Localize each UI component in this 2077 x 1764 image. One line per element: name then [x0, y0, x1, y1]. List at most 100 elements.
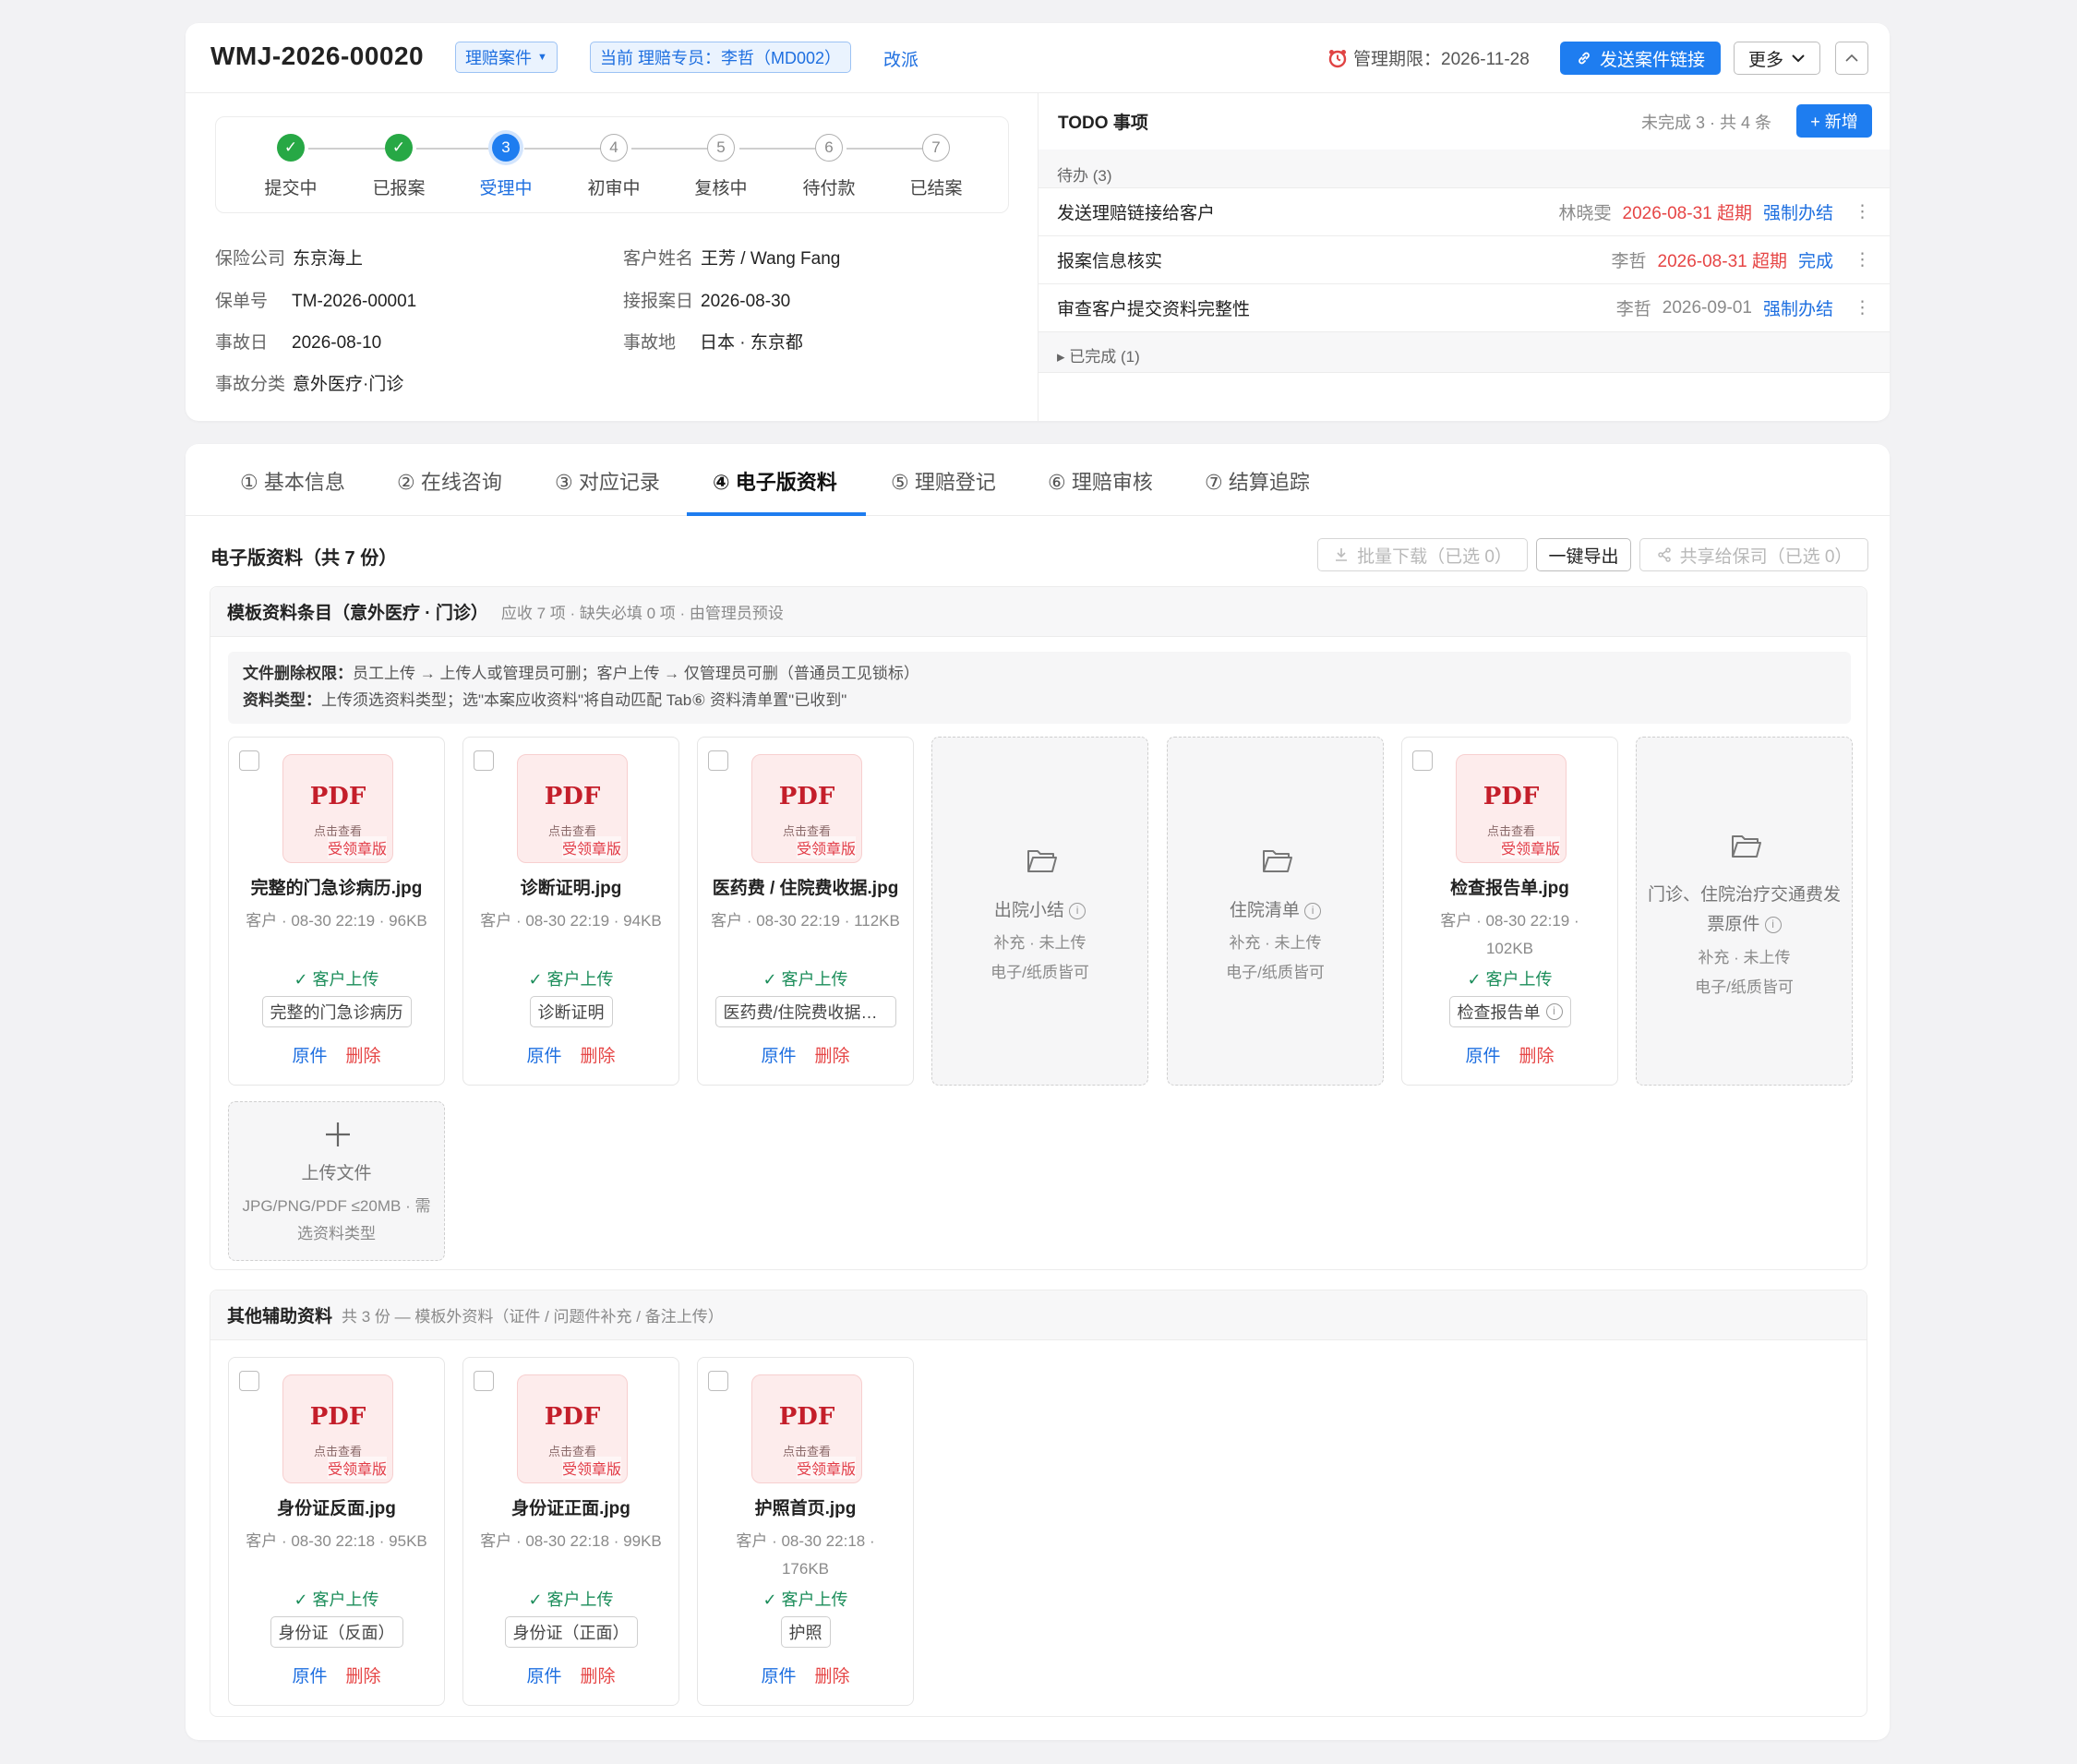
case-type-dropdown[interactable]: 理赔案件 ▼ [455, 42, 558, 73]
delete-link[interactable]: 删除 [1519, 1042, 1555, 1067]
template-panel-header: 模板资料条目（意外医疗 · 门诊） 应收 7 项 · 缺失必填 0 项 · 由管… [210, 587, 1867, 637]
file-meta: 客户 · 08-30 22:19 · 96KB [246, 912, 427, 930]
select-checkbox[interactable] [708, 1371, 728, 1391]
info-icon[interactable]: i [1764, 916, 1782, 933]
missing-doc-slot[interactable]: 门诊、住院治疗交通费发票原件 i 补充 · 未上传 电子/纸质皆可 [1636, 737, 1853, 1086]
view-original-link[interactable]: 原件 [761, 1662, 796, 1687]
view-original-link[interactable]: 原件 [761, 1042, 796, 1067]
share-button[interactable]: 共享给保司（已选 0） [1639, 538, 1868, 571]
delete-link[interactable]: 删除 [581, 1662, 616, 1687]
view-original-link[interactable]: 原件 [526, 1042, 561, 1067]
stamp-label: 受领章版 [561, 836, 621, 858]
select-checkbox[interactable] [1412, 750, 1433, 771]
pdf-thumbnail[interactable]: PDF 点击查看 受领章版 [751, 754, 862, 863]
file-meta: 客户 · 08-30 22:18 · 99KB [480, 1532, 662, 1550]
batch-download-button[interactable]: 批量下载（已选 0） [1317, 538, 1528, 571]
pdf-thumbnail[interactable]: PDF 点击查看 受领章版 [282, 1374, 393, 1483]
todo-item-title: 报案信息核实 [1057, 252, 1163, 271]
send-case-link-button[interactable]: 发送案件链接 [1560, 42, 1721, 75]
todo-owner: 李哲 [1611, 252, 1647, 271]
tab-basic-info[interactable]: ① 基本信息 [240, 466, 345, 496]
file-meta: 客户 · 08-30 22:19 · 112KB [711, 912, 900, 930]
uploader-badge: ✓ 客户上传 [762, 1590, 848, 1609]
reassign-link[interactable]: 改派 [883, 46, 918, 71]
select-checkbox[interactable] [239, 1371, 259, 1391]
field-value: 2026-08-30 [701, 292, 791, 311]
pdf-label: PDF [544, 783, 601, 810]
slot-status: 补充 · 未上传 [1229, 934, 1322, 952]
pdf-thumbnail[interactable]: PDF 点击查看 受领章版 [517, 1374, 628, 1483]
pdf-thumbnail[interactable]: PDF 点击查看 受领章版 [751, 1374, 862, 1483]
missing-doc-slot[interactable]: 住院清单 i 补充 · 未上传 电子/纸质皆可 [1167, 737, 1384, 1086]
file-card[interactable]: PDF 点击查看 受领章版 医药费 / 住院费收据.jpg 客户 · 08-30 2… [697, 737, 914, 1086]
upload-file-button[interactable]: 上传文件 JPG/PNG/PDF ≤20MB · 需选资料类型 [228, 1101, 445, 1261]
field-value: 2026-08-10 [292, 333, 382, 353]
template-panel: 模板资料条目（意外医疗 · 门诊） 应收 7 项 · 缺失必填 0 项 · 由管… [210, 586, 1867, 1270]
todo-item[interactable]: 审查客户提交资料完整性 李哲 2026-09-01 强制办结 ⋮ [1038, 284, 1890, 332]
delete-link[interactable]: 删除 [346, 1042, 381, 1067]
force-complete-link[interactable]: 强制办结 [1763, 295, 1833, 320]
select-checkbox[interactable] [708, 750, 728, 771]
more-dropdown[interactable]: 更多 [1734, 42, 1820, 75]
other-panel-header: 其他辅助资料 共 3 份 — 模板外资料（证件 / 问题件补充 / 备注上传） [210, 1290, 1867, 1340]
file-card[interactable]: PDF 点击查看 受领章版 完整的门急诊病历.jpg 客户 · 08-30 22:1… [228, 737, 445, 1086]
select-checkbox[interactable] [239, 750, 259, 771]
file-card[interactable]: PDF 点击查看 受领章版 护照首页.jpg 客户 · 08-30 22:18 · … [697, 1357, 914, 1706]
kebab-menu-icon[interactable]: ⋮ [1854, 201, 1871, 222]
kebab-menu-icon[interactable]: ⋮ [1854, 297, 1871, 318]
file-card[interactable]: PDF 点击查看 受领章版 检查报告单.jpg 客户 · 08-30 22:19 ·… [1401, 737, 1618, 1086]
note-label: 文件删除权限： [243, 665, 353, 682]
field-value: 王芳 / Wang Fang [701, 249, 841, 269]
todo-due-date: 2026-08-31 超期 [1622, 204, 1752, 223]
completed-group-toggle[interactable]: ▸ 已完成 (1) [1038, 332, 1890, 373]
file-card[interactable]: PDF 点击查看 受领章版 诊断证明.jpg 客户 · 08-30 22:19 · … [462, 737, 679, 1086]
select-checkbox[interactable] [474, 750, 494, 771]
assignee-badge: 当前 理赔专员：李哲（MD002） [590, 42, 852, 73]
info-icon[interactable]: i [1304, 902, 1322, 919]
stamp-label: 受领章版 [796, 836, 856, 858]
file-card[interactable]: PDF 点击查看 受领章版 身份证正面.jpg 客户 · 08-30 22:18 ·… [462, 1357, 679, 1706]
docs-title: 电子版资料（共 7 份） [210, 548, 398, 569]
step-label: 已结案 [909, 179, 963, 198]
field-label: 事故地 [623, 333, 677, 353]
delete-link[interactable]: 删除 [581, 1042, 616, 1067]
add-todo-button[interactable]: + 新增 [1796, 104, 1872, 138]
tab-electronic-docs[interactable]: ④ 电子版资料 [713, 466, 837, 496]
delete-link[interactable]: 删除 [815, 1042, 850, 1067]
tab-claim-register[interactable]: ⑤ 理赔登记 [891, 466, 996, 496]
step-label: 复核中 [694, 179, 748, 198]
pdf-thumbnail[interactable]: PDF 点击查看 受领章版 [517, 754, 628, 863]
pdf-thumbnail[interactable]: PDF 点击查看 受领章版 [282, 754, 393, 863]
case-type-label: 理赔案件 [465, 49, 532, 67]
view-original-link[interactable]: 原件 [292, 1042, 327, 1067]
tab-online-consult[interactable]: ② 在线咨询 [397, 466, 502, 496]
view-original-link[interactable]: 原件 [1465, 1042, 1500, 1067]
deadline: 管理期限：2026-11-28 [1327, 45, 1530, 70]
collapse-button[interactable] [1835, 42, 1868, 75]
missing-doc-slot[interactable]: 出院小结 i 补充 · 未上传 电子/纸质皆可 [931, 737, 1148, 1086]
select-checkbox[interactable] [474, 1371, 494, 1391]
export-button[interactable]: 一键导出 [1536, 538, 1631, 571]
info-icon[interactable]: i [1545, 1003, 1563, 1020]
view-original-link[interactable]: 原件 [526, 1662, 561, 1687]
delete-link[interactable]: 删除 [346, 1662, 381, 1687]
file-card[interactable]: PDF 点击查看 受领章版 身份证反面.jpg 客户 · 08-30 22:18 ·… [228, 1357, 445, 1706]
file-name: 身份证反面.jpg [277, 1499, 396, 1518]
step-number: 6 [815, 134, 843, 162]
kebab-menu-icon[interactable]: ⋮ [1854, 249, 1871, 270]
uploader-badge: ✓ 客户上传 [1467, 970, 1553, 989]
todo-item[interactable]: 报案信息核实 李哲 2026-08-31 超期 完成 ⋮ [1038, 236, 1890, 284]
view-original-link[interactable]: 原件 [292, 1662, 327, 1687]
todo-item[interactable]: 发送理赔链接给客户 林晓雯 2026-08-31 超期 强制办结 ⋮ [1038, 188, 1890, 236]
info-icon[interactable]: i [1069, 902, 1087, 919]
tab-settlement[interactable]: ⑦ 结算追踪 [1205, 466, 1310, 496]
uploader-badge: ✓ 客户上传 [294, 1590, 379, 1609]
file-meta: 客户 · 08-30 22:18 · 95KB [246, 1532, 427, 1550]
tab-claim-review[interactable]: ⑥ 理赔审核 [1048, 466, 1153, 496]
delete-link[interactable]: 删除 [815, 1662, 850, 1687]
tab-records[interactable]: ③ 对应记录 [555, 466, 660, 496]
pdf-thumbnail[interactable]: PDF 点击查看 受领章版 [1456, 754, 1567, 863]
complete-link[interactable]: 完成 [1798, 247, 1833, 272]
force-complete-link[interactable]: 强制办结 [1763, 199, 1833, 224]
template-title: 模板资料条目（意外医疗 · 门诊） [227, 604, 488, 623]
